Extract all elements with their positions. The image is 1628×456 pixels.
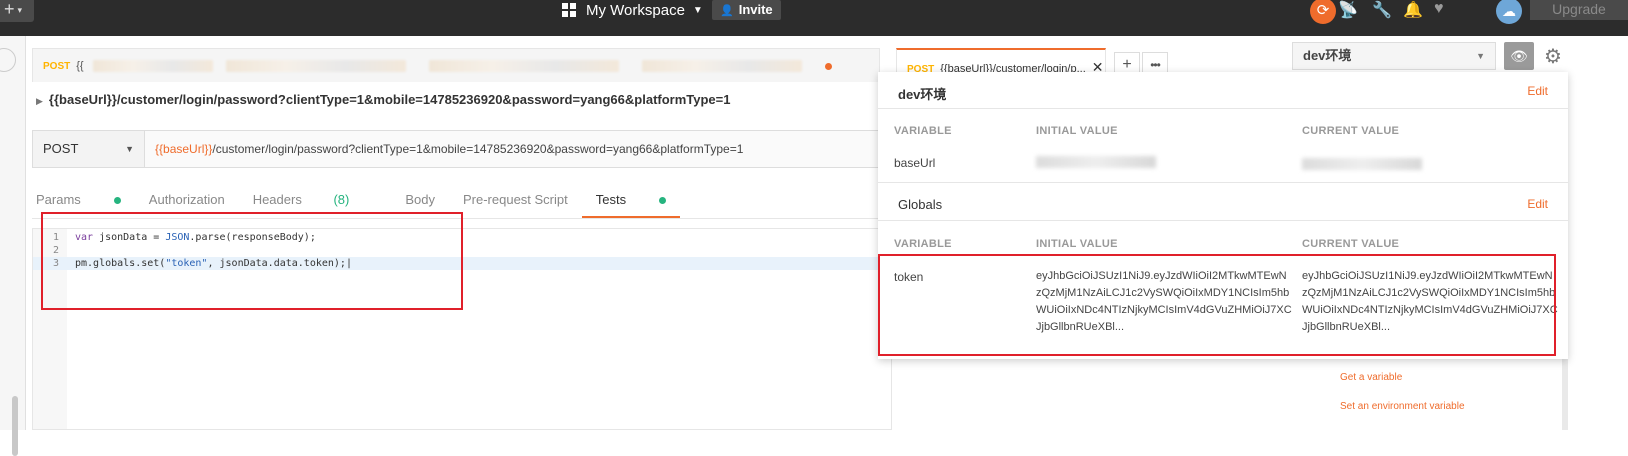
blurred-value	[1036, 156, 1156, 168]
col-current-value: CURRENT VALUE	[1302, 238, 1400, 250]
divider	[878, 220, 1568, 221]
divider	[878, 182, 1568, 183]
wrench-icon[interactable]: 🔧	[1372, 0, 1392, 20]
chevron-down-icon: ▾	[17, 5, 23, 16]
eye-icon: 👁	[1510, 48, 1528, 64]
gear-icon[interactable]: ⚙	[1544, 44, 1562, 69]
avatar[interactable]: ☁	[1496, 0, 1522, 24]
tab-tests[interactable]: Tests	[581, 192, 681, 218]
col-initial-value: INITIAL VALUE	[1036, 125, 1118, 137]
add-person-icon: 👤	[720, 5, 734, 17]
invite-button[interactable]: 👤 Invite	[712, 0, 781, 20]
satellite-icon[interactable]: 📡	[1338, 0, 1358, 20]
upgrade-button[interactable]: Upgrade	[1530, 0, 1628, 20]
tab-tests-label: Tests	[595, 192, 627, 207]
tab-prerequest[interactable]: Pre-request Script	[463, 192, 568, 212]
tab-label: {{	[76, 60, 84, 72]
chevron-down-icon: ▼	[125, 144, 134, 154]
edit-environment-link[interactable]: Edit	[1527, 84, 1548, 98]
col-variable: VARIABLE	[894, 125, 952, 137]
invite-label: Invite	[738, 2, 773, 17]
environment-selected: dev环境	[1303, 48, 1352, 63]
request-tab[interactable]: POST {{	[32, 48, 880, 82]
new-button[interactable]: + ▾	[0, 0, 34, 22]
request-bar: POST ▼ {{baseUrl}}/customer/login/passwor…	[32, 130, 892, 168]
url-variable: {{baseUrl}}	[155, 142, 213, 156]
tab-params-label: Params	[36, 192, 81, 207]
chevron-right-icon: ▶	[36, 96, 43, 106]
col-current-value: CURRENT VALUE	[1302, 125, 1400, 137]
tab-headers-label: Headers	[252, 192, 302, 207]
divider	[878, 108, 1568, 109]
blurred-tab-label	[225, 60, 406, 73]
highlight-box	[41, 212, 463, 310]
status-dot-icon	[113, 197, 121, 205]
sidebar-toggle-icon[interactable]	[0, 48, 16, 72]
chevron-down-icon: ▼	[692, 4, 703, 16]
bell-icon[interactable]: 🔔	[1403, 0, 1423, 20]
tab-params[interactable]: Params	[36, 192, 121, 212]
col-initial-value: INITIAL VALUE	[1036, 238, 1118, 250]
unsaved-dot-icon	[824, 62, 832, 70]
heart-icon[interactable]: ♥	[1434, 0, 1444, 18]
status-dot-icon	[659, 197, 667, 205]
url-input[interactable]: {{baseUrl}}/customer/login/password?clie…	[155, 131, 743, 167]
snippet-set-env-variable[interactable]: Set an environment variable	[1340, 401, 1465, 412]
snippet-get-variable[interactable]: Get a variable	[1340, 372, 1402, 383]
tab-body[interactable]: Body	[405, 192, 435, 212]
tab-method: POST	[43, 61, 71, 72]
workspace-grid-icon	[562, 3, 576, 17]
tab-authorization[interactable]: Authorization	[149, 192, 225, 212]
highlight-box	[878, 254, 1556, 356]
workspace-switcher[interactable]: My Workspace ▼	[562, 0, 703, 20]
globals-heading: Globals	[898, 197, 943, 212]
tab-headers[interactable]: Headers (8)	[253, 192, 378, 212]
request-title[interactable]: ▶ {{baseUrl}}/customer/login/password?cli…	[36, 92, 730, 107]
edit-globals-link[interactable]: Edit	[1527, 197, 1548, 211]
env-name-heading: dev环境	[898, 87, 947, 102]
method-value: POST	[43, 141, 79, 156]
environment-quick-look-button[interactable]: 👁	[1504, 42, 1534, 70]
blurred-value	[1302, 158, 1422, 170]
headers-count: (8)	[333, 192, 350, 207]
blurred-tab-label	[641, 60, 802, 73]
sync-icon[interactable]: ⟳	[1310, 0, 1336, 24]
left-sidebar	[0, 36, 26, 456]
top-bar: + ▾ My Workspace ▼ 👤 Invite ⟳ 📡 🔧 🔔 ♥ ☁ Up…	[0, 0, 1628, 36]
blurred-tab-label	[428, 60, 619, 73]
method-select[interactable]: POST ▼	[33, 131, 145, 167]
sidebar-scrollbar[interactable]	[12, 396, 18, 456]
request-subtabs: Params Authorization Headers (8) Body Pr…	[36, 192, 694, 218]
variable-name: baseUrl	[894, 156, 936, 170]
environment-select[interactable]: dev环境 ▼	[1292, 42, 1496, 70]
col-variable: VARIABLE	[894, 238, 952, 250]
url-path: /customer/login/password?clientType=1&mo…	[212, 142, 744, 156]
blurred-tab-label	[92, 60, 213, 73]
chevron-down-icon: ▼	[1476, 51, 1485, 61]
request-title-text: {{baseUrl}}/customer/login/password?clie…	[48, 92, 731, 107]
workspace-name: My Workspace	[586, 1, 685, 19]
